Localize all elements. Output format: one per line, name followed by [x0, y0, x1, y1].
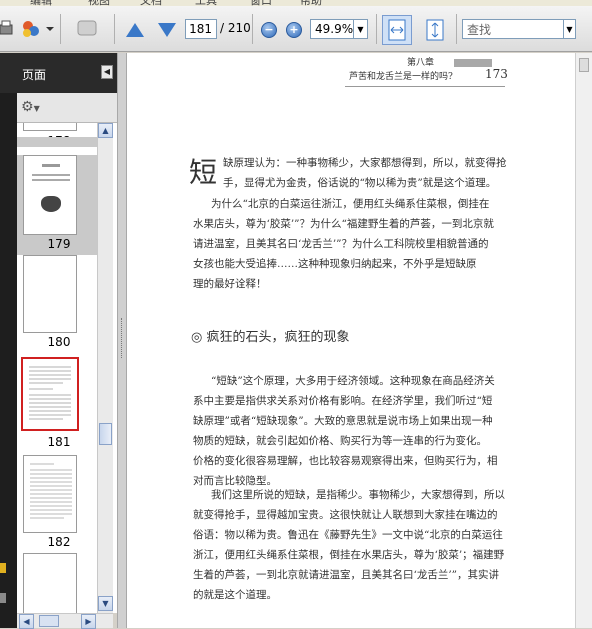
- chapter-subtitle: 芦苦和龙舌兰是一样的吗?: [349, 72, 453, 82]
- scroll-thumb[interactable]: [99, 423, 112, 445]
- text-line: 俗语：物以稀为贵。鲁迅在《藤野先生》一文中说“北京的白菜运往: [193, 529, 503, 541]
- thumbnail-182[interactable]: 182: [17, 455, 101, 553]
- pages-panel-header: 页面 ◀: [0, 53, 117, 93]
- collaborate-icon[interactable]: [20, 18, 54, 40]
- zoom-dropdown-button[interactable]: ▼: [354, 19, 368, 39]
- thumbnails-scrollbar[interactable]: ▲ ▼: [97, 123, 113, 613]
- scroll-right-button[interactable]: ▶: [81, 614, 96, 629]
- thumbnail-183[interactable]: [17, 553, 101, 613]
- chapter-header: 第八章: [407, 58, 435, 68]
- page-number-input[interactable]: 181: [185, 19, 217, 39]
- text-line: 水果店头，尊为‘胶菜’”？为什么“福建野生着的芦荟，一到北京就: [193, 218, 494, 230]
- thumbnail-page: [23, 553, 77, 613]
- text-line: 生着的芦荟，一到北京就请进温室，且美其名曰‘龙舌兰’”，其实讲: [193, 569, 500, 581]
- text-line: 就变得抢手，显得越加宝贵。这很快就让人联想到大家挂在嘴边的: [193, 509, 498, 521]
- text-line: 的就是这个道理。: [193, 589, 277, 601]
- intro-line: 缺原理认为：一种事物稀少，大家都想得到，所以，就变得抢: [223, 157, 507, 169]
- zoom-in-button[interactable]: +: [285, 21, 303, 39]
- doc-scroll-thumb[interactable]: [579, 58, 589, 72]
- text-line: 女孩也能大受追捧……这种种现象归纳起来，不外乎是短缺原: [193, 258, 477, 270]
- intro-line: 手，显得尤为金贵，俗话说的“物以稀为贵”就是这个道理。: [223, 177, 497, 189]
- thumbnail-page: [23, 123, 77, 131]
- text-line: 浙江，便用红头绳系住菜根，倒挂在水果店头，尊为‘胶菜’；福建野: [193, 549, 505, 561]
- print-icon[interactable]: [0, 18, 14, 40]
- text-line: 为什么“北京的白菜运往浙江，便用红头绳系住菜根，倒挂在: [211, 198, 490, 210]
- page-number: 173: [485, 67, 508, 81]
- text-line: 理的最好诠释！: [193, 278, 267, 290]
- help-icon[interactable]: [0, 593, 6, 603]
- attachment-icon[interactable]: [0, 563, 6, 573]
- zoom-input[interactable]: 49.9%: [310, 19, 354, 39]
- text-line: 请进温室，且美其名曰‘龙舌兰’”？为什么工科院校里相貌普通的: [193, 238, 489, 250]
- thumbnail-label: 180: [47, 335, 71, 349]
- zoom-out-button[interactable]: −: [260, 21, 278, 39]
- panel-options-bar: ⚙▼: [17, 93, 117, 123]
- thumbnail-page: [21, 357, 79, 431]
- next-page-button[interactable]: [156, 21, 178, 39]
- h-scroll-thumb[interactable]: [39, 615, 59, 627]
- fit-page-icon: [426, 19, 444, 41]
- thumbnail-label: 182: [47, 535, 71, 549]
- search-dropdown-button[interactable]: ▼: [564, 19, 576, 39]
- paragraph-2: 我们这里所说的短缺，是指稀少。事物稀少，大家想得到，所以 就变得抢手，显得越加宝…: [193, 485, 533, 605]
- scroll-down-button[interactable]: ▼: [98, 596, 113, 611]
- thumbnails-horizontal-scrollbar[interactable]: ◀ ▶: [17, 613, 113, 629]
- fit-width-icon: [388, 19, 406, 41]
- document-page: 第八章 芦苦和龙舌兰是一样的吗? 173 短 缺原理认为：一种事物稀少，大家都想…: [127, 53, 575, 628]
- minus-icon: −: [261, 22, 277, 38]
- fit-width-button[interactable]: [382, 15, 412, 45]
- comment-icon[interactable]: [76, 18, 100, 40]
- search-input[interactable]: 查找: [462, 19, 564, 39]
- scroll-up-button[interactable]: ▲: [98, 123, 113, 138]
- thumbnail-label: 179: [47, 237, 71, 251]
- text-line: “短缺”这个原理，大多用于经济领域。这种现象在商品经济关: [211, 375, 495, 387]
- text-line: 系中主要是指供求关系对价格有影响。在经济学里，我们听过“短: [193, 395, 493, 407]
- splitter-grip: [121, 318, 123, 358]
- thumbnail-page: [23, 255, 77, 333]
- drop-cap: 短: [189, 156, 218, 189]
- previous-page-button[interactable]: [124, 21, 146, 39]
- thumbnail-181-selected[interactable]: 181: [17, 357, 101, 455]
- thumbnail-page: [23, 455, 77, 533]
- collapse-panel-button[interactable]: ◀: [101, 65, 113, 79]
- text-line: 我们这里所说的短缺，是指稀少。事物稀少，大家想得到，所以: [211, 489, 505, 501]
- thumbnail-179[interactable]: 179: [17, 155, 101, 255]
- thumbnail-180[interactable]: 180: [17, 255, 101, 353]
- thumbnail-page: [23, 155, 77, 235]
- pages-panel-title: 页面: [22, 68, 47, 82]
- scroll-left-button[interactable]: ◀: [19, 614, 34, 629]
- text-line: 价格的变化很容易理解，也比较容易观察得出来，但购买行为，相: [193, 455, 498, 467]
- total-pages-label: / 210: [220, 21, 251, 35]
- thumbnail-label: 181: [47, 435, 71, 449]
- panel-splitter[interactable]: [117, 53, 127, 628]
- arrow-up-icon: [126, 23, 144, 37]
- document-scrollbar[interactable]: [575, 53, 592, 628]
- options-gear-icon[interactable]: ⚙▼: [21, 99, 49, 117]
- arrow-down-icon: [158, 23, 176, 37]
- text-line: 物质的短缺，就会引起如价格、购买行为等一连串的行为变化。: [193, 435, 487, 447]
- intro-paragraph: 为什么“北京的白菜运往浙江，便用红头绳系住菜根，倒挂在 水果店头，尊为‘胶菜’”…: [193, 194, 523, 294]
- plus-icon: +: [286, 22, 302, 38]
- fit-page-button[interactable]: [420, 15, 450, 45]
- header-block: [454, 59, 492, 67]
- text-line: 缺原理”或者“短缺现象”。大致的意思就是说市场上如果出现一种: [193, 415, 493, 427]
- header-rule: [345, 86, 505, 87]
- navigation-strip: [0, 93, 17, 628]
- toolbar: 181 / 210 − + 49.9% ▼ 查找 ▼: [0, 6, 592, 52]
- section-title: ◎ 疯狂的石头，疯狂的现象: [191, 330, 350, 345]
- paragraph-1: “短缺”这个原理，大多用于经济领域。这种现象在商品经济关 系中主要是指供求关系对…: [193, 371, 533, 491]
